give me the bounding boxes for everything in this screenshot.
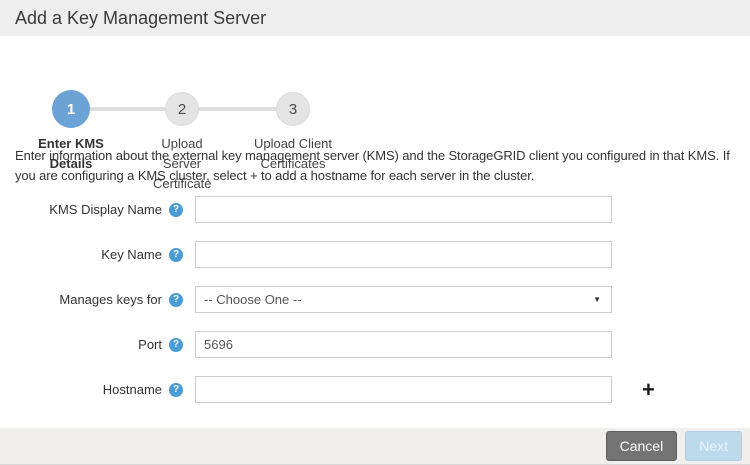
help-icon[interactable]: ? [169, 293, 183, 307]
kms-display-name-label: KMS Display Name [15, 202, 162, 217]
step-3-number: 3 [289, 101, 297, 118]
page-title: Add a Key Management Server [15, 8, 266, 29]
port-input[interactable] [195, 331, 612, 358]
dialog-footer: Cancel Next [0, 428, 750, 465]
hostname-label: Hostname [15, 382, 162, 397]
add-hostname-button[interactable]: + [642, 380, 655, 400]
selected-option-text: -- Choose One -- [204, 292, 302, 307]
wizard-step-3-circle: 3 [276, 92, 310, 126]
hostname-input[interactable] [195, 376, 612, 403]
help-icon[interactable]: ? [169, 383, 183, 397]
form-row-hostname: Hostname ? + [0, 376, 750, 403]
port-label: Port [15, 337, 162, 352]
kms-form: KMS Display Name ? Key Name ? Manages ke… [0, 196, 750, 421]
kms-display-name-input[interactable] [195, 196, 612, 223]
wizard-steps: 1 2 3 Enter KMS Details Upload Server Ce… [0, 40, 375, 145]
help-icon[interactable]: ? [169, 248, 183, 262]
form-row-key-name: Key Name ? [0, 241, 750, 268]
help-icon[interactable]: ? [169, 203, 183, 217]
dialog-header: Add a Key Management Server [0, 0, 750, 36]
caret-down-icon: ▼ [593, 295, 601, 304]
wizard-step-2-circle: 2 [165, 92, 199, 126]
cancel-button[interactable]: Cancel [606, 431, 678, 461]
step-2-number: 2 [178, 101, 186, 118]
wizard-step-1-circle: 1 [52, 90, 90, 128]
manages-keys-for-select[interactable]: -- Choose One -- ▼ [195, 286, 612, 313]
key-name-input[interactable] [195, 241, 612, 268]
form-row-kms-display-name: KMS Display Name ? [0, 196, 750, 223]
instructions-text: Enter information about the external key… [15, 146, 737, 186]
manages-keys-for-label: Manages keys for [15, 292, 162, 307]
form-row-port: Port ? [0, 331, 750, 358]
next-button[interactable]: Next [685, 431, 742, 461]
key-name-label: Key Name [15, 247, 162, 262]
step-1-number: 1 [67, 101, 75, 118]
help-icon[interactable]: ? [169, 338, 183, 352]
form-row-manages-keys-for: Manages keys for ? -- Choose One -- ▼ [0, 286, 750, 313]
